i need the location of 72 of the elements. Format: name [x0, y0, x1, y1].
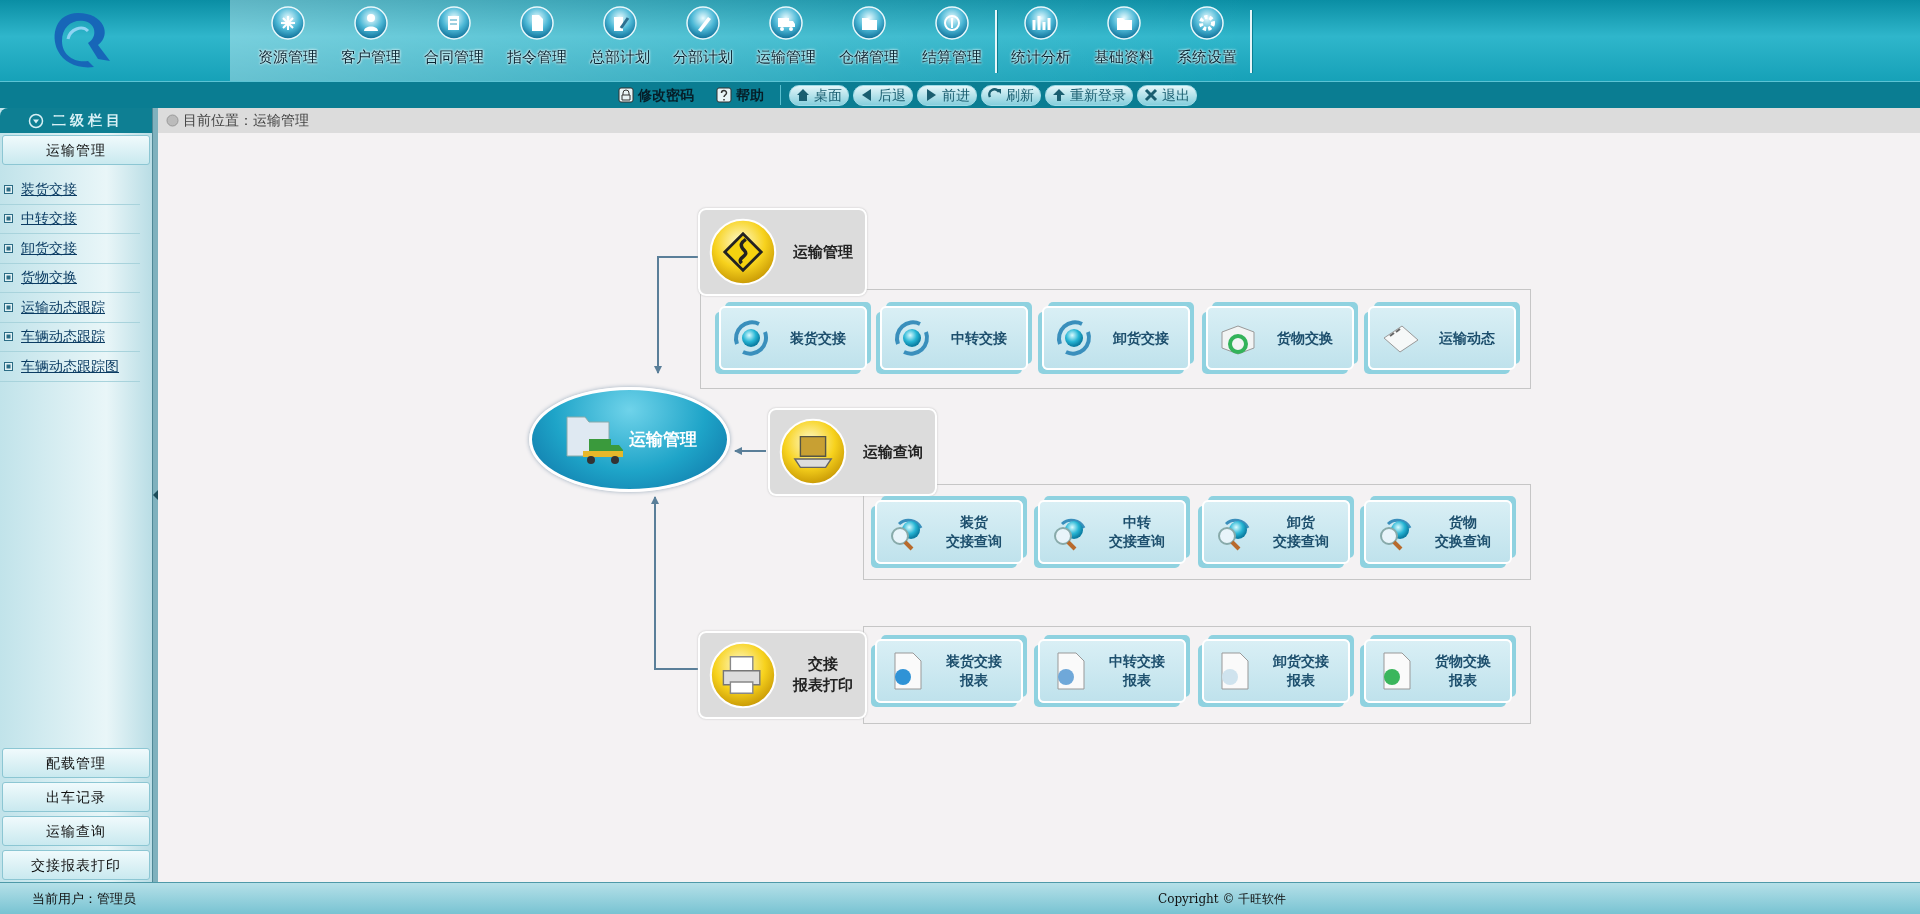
group-header[interactable]: 交接 报表打印: [698, 631, 867, 719]
up-arrow-icon: [1052, 88, 1066, 102]
toolbar-button[interactable]: 后退: [853, 84, 913, 106]
breadcrumb: 目前位置：运输管理: [183, 111, 309, 130]
nav-tab[interactable]: 资源管理: [246, 0, 329, 81]
chart-icon: [1023, 6, 1058, 40]
current-user: 当前用户：管理员: [32, 889, 136, 908]
connector-arrow: [734, 447, 767, 455]
toolbar-button[interactable]: 重新登录: [1045, 84, 1133, 106]
sidebar-link[interactable]: 中转交接: [21, 208, 77, 230]
house-icon: [796, 88, 810, 102]
toolbar-button[interactable]: 前进: [917, 84, 977, 106]
group-header[interactable]: 运输管理: [698, 208, 867, 296]
truck-icon: [768, 6, 803, 40]
toolbar-link[interactable]: 帮助: [710, 84, 770, 106]
pencil-icon: [602, 6, 637, 40]
nav-tab[interactable]: 运输管理: [744, 0, 827, 81]
road-sign-icon: [708, 217, 778, 287]
toolbar-link[interactable]: 修改密码: [612, 84, 700, 106]
square-bullet-icon: [4, 214, 13, 224]
nav-tab[interactable]: 指令管理: [495, 0, 578, 81]
scroll-icon: [436, 6, 471, 40]
laptop-icon: [778, 417, 848, 487]
nav-tab[interactable]: 合同管理: [412, 0, 495, 81]
sidebar-link[interactable]: 卸货交接: [21, 237, 77, 259]
nav-tab[interactable]: 客户管理: [329, 0, 412, 81]
gear-icon: [1189, 6, 1224, 40]
sidebar-title: 二级栏目: [52, 111, 124, 130]
sidebar-link[interactable]: 装货交接: [21, 178, 77, 200]
section-button[interactable]: 交接报表打印: [2, 850, 150, 880]
right-triangle-icon: [924, 88, 938, 102]
collapse-arrow-icon[interactable]: [153, 490, 158, 500]
person-icon: [353, 6, 388, 40]
sidebar-link[interactable]: 货物交换: [21, 267, 77, 289]
nav-tab[interactable]: 结算管理: [910, 0, 993, 81]
asterisk-icon: [270, 6, 305, 40]
pencil-icon: [685, 6, 720, 40]
document-icon: [519, 6, 554, 40]
nav-tab[interactable]: 统计分析: [999, 0, 1082, 81]
bullet-icon: [166, 114, 179, 127]
folder-icon: [851, 6, 886, 40]
nav-tab[interactable]: 系统设置: [1165, 0, 1248, 81]
coin-icon: [934, 6, 969, 40]
sidebar-link[interactable]: 车辆动态跟踪: [21, 326, 105, 348]
nav-tab[interactable]: 仓储管理: [827, 0, 910, 81]
square-bullet-icon: [4, 302, 13, 312]
nav-tab[interactable]: 总部计划: [578, 0, 661, 81]
toolbar-button[interactable]: 退出: [1137, 84, 1197, 106]
left-triangle-icon: [860, 88, 874, 102]
section-button[interactable]: 出车记录: [2, 782, 150, 812]
sidebar-link[interactable]: 运输动态跟踪: [21, 296, 105, 318]
folder-icon: [1106, 6, 1141, 40]
dropdown-circle-icon: [28, 112, 44, 129]
group-header[interactable]: 运输查询: [768, 408, 937, 496]
printer-icon: [708, 640, 778, 710]
section-button[interactable]: 运输查询: [2, 816, 150, 846]
square-bullet-icon: [4, 243, 13, 253]
square-bullet-icon: [4, 184, 13, 194]
lock-icon: [618, 87, 634, 103]
toolbar-button[interactable]: 桌面: [789, 84, 849, 106]
nav-tab[interactable]: 分部计划: [661, 0, 744, 81]
square-bullet-icon: [4, 332, 13, 342]
square-bullet-icon: [4, 273, 13, 283]
close-icon: [1144, 88, 1158, 102]
sidebar-link[interactable]: 车辆动态跟踪图: [21, 355, 119, 377]
square-bullet-icon: [4, 361, 13, 371]
copyright: Copyright © 千旺软件: [1158, 890, 1287, 908]
help-icon: [716, 87, 732, 103]
toolbar-button[interactable]: 刷新: [981, 84, 1041, 106]
nav-tab[interactable]: 基础资料: [1082, 0, 1165, 81]
section-button[interactable]: 运输管理: [2, 135, 150, 165]
section-button[interactable]: 配载管理: [2, 748, 150, 778]
